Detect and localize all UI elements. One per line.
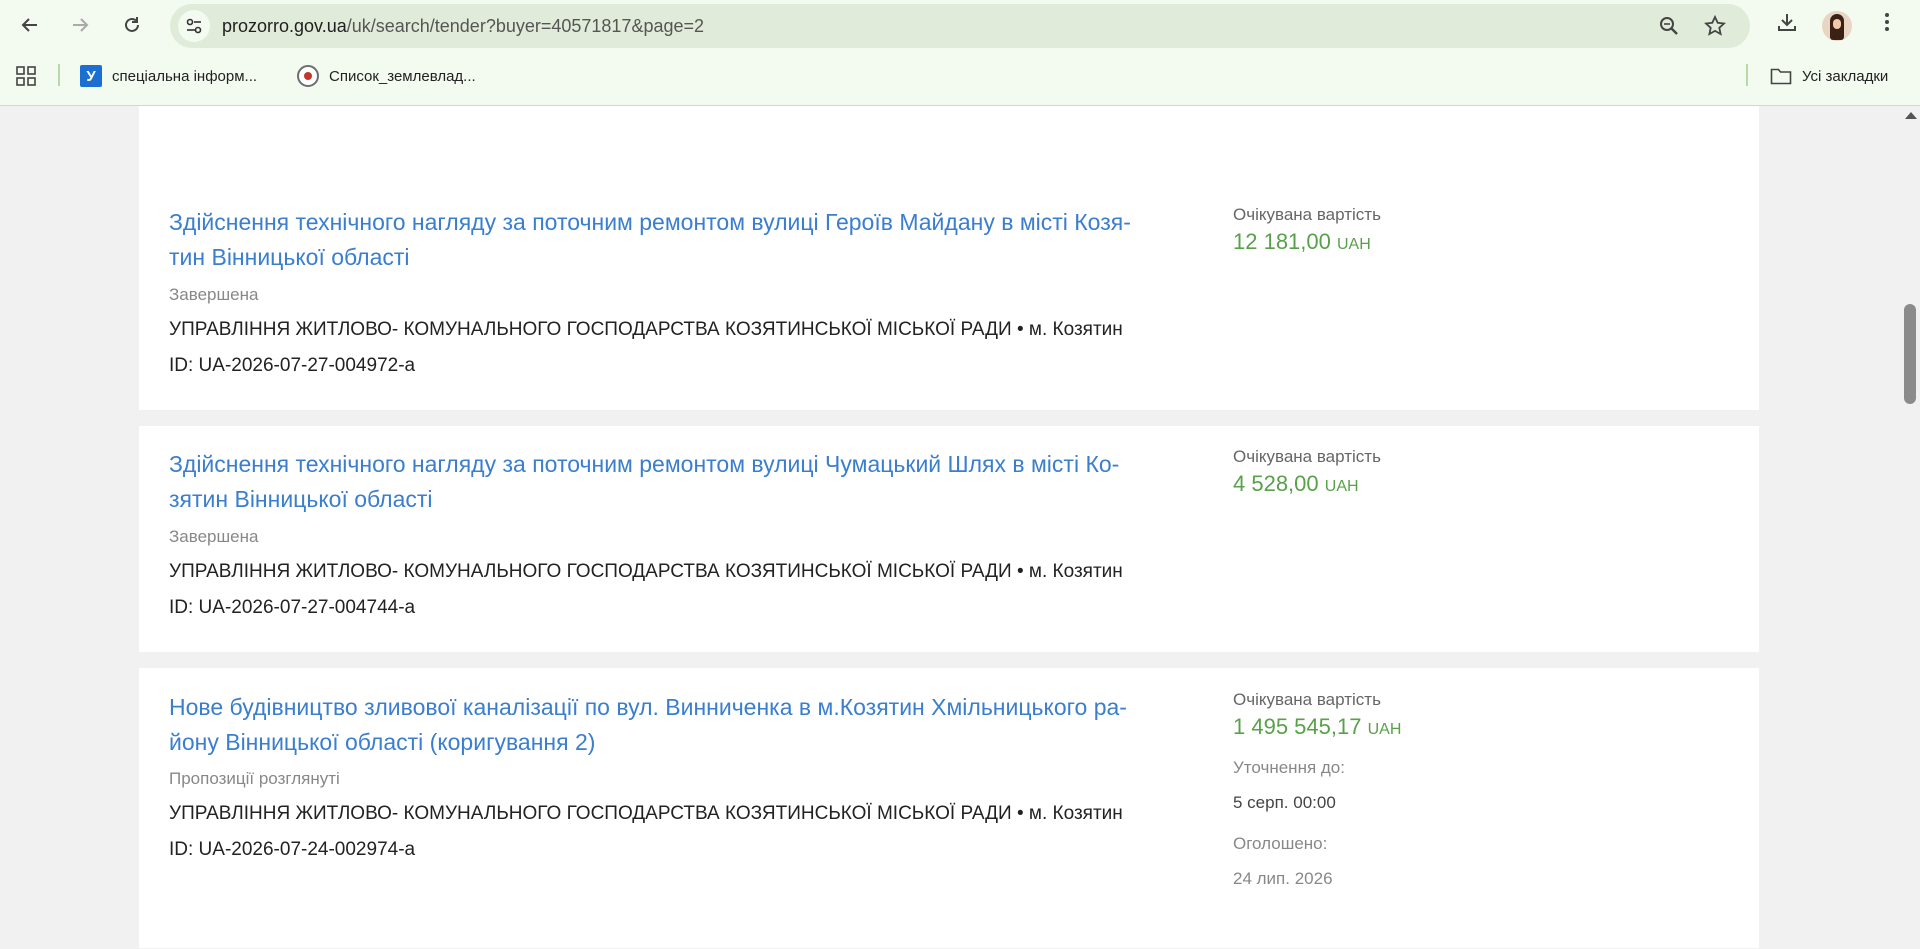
bookmarks-bar: У спеціальна інформ... Список_землевлад.…: [0, 56, 1920, 96]
tender-id: ID: UA-2026-07-24-002974-a: [169, 839, 416, 860]
tender-status: Завершена: [169, 527, 259, 546]
tender-value-block: Очікувана вартість 1 495 545,17 UAH Уточ…: [1233, 690, 1401, 889]
page-scrollbar[interactable]: [1900, 106, 1920, 949]
announced-label: Оголошено:: [1233, 834, 1328, 853]
tender-buyer: УПРАВЛІННЯ ЖИТЛОВО- КОМУНАЛЬНОГО ГОСПОДА…: [169, 561, 1123, 582]
bookmark-label: спеціальна інформ...: [112, 67, 258, 85]
tender-title-link[interactable]: Здійснення технічного нагляду за поточни…: [169, 447, 1189, 517]
back-arrow-icon: [21, 18, 37, 32]
tender-title-line: зятин Вінницької області: [169, 486, 433, 512]
tender-title-line: йону Вінницької області (коригування 2): [169, 729, 596, 755]
tender-title-line: Здійснення технічного нагляду за поточни…: [169, 451, 1120, 477]
site-info-button[interactable]: [178, 10, 210, 42]
value-currency: UAH: [1367, 721, 1402, 738]
all-bookmarks-button[interactable]: Усі закладки: [1770, 62, 1888, 90]
tender-buyer: УПРАВЛІННЯ ЖИТЛОВО- КОМУНАЛЬНОГО ГОСПОДА…: [169, 803, 1123, 824]
scroll-up-arrow-icon[interactable]: [1905, 112, 1917, 119]
url-text[interactable]: prozorro.gov.ua/uk/search/tender?buyer=4…: [222, 16, 704, 37]
value-label: Очікувана вартість: [1233, 690, 1381, 709]
tender-value: 4 528,00 UAH: [1233, 471, 1381, 497]
value-currency: UAH: [1324, 478, 1359, 495]
url-path: /uk/search/tender?buyer=40571817&page=2: [346, 16, 705, 36]
value-currency: UAH: [1337, 236, 1371, 253]
all-bookmarks-label: Усі закладки: [1802, 67, 1889, 85]
value-amount: 1 495 545,17: [1233, 714, 1362, 739]
tender-title-line: тин Вінницької області: [169, 244, 410, 270]
tune-icon: [186, 18, 202, 34]
tender-id: ID: UA-2026-07-27-004972-a: [169, 355, 416, 376]
bookmark-label: Список_землевлад...: [329, 67, 476, 85]
tender-value-block: Очікувана вартість 4 528,00 UAH: [1233, 447, 1381, 497]
clarification-date: 5 серп. 00:00: [1233, 793, 1336, 812]
zoom-icon[interactable]: [1656, 13, 1682, 39]
browser-chrome: prozorro.gov.ua/uk/search/tender?buyer=4…: [0, 0, 1920, 106]
wiki-icon: [297, 65, 319, 87]
download-icon[interactable]: [1774, 9, 1800, 35]
scroll-thumb[interactable]: [1904, 304, 1916, 404]
reload-button[interactable]: [114, 7, 150, 43]
bookmark-star-icon[interactable]: [1702, 13, 1728, 39]
address-bar[interactable]: prozorro.gov.ua/uk/search/tender?buyer=4…: [170, 4, 1750, 48]
bookmark-item-land-owners[interactable]: Список_землевлад...: [297, 62, 476, 90]
tender-title-link[interactable]: Здійснення технічного нагляду за поточни…: [169, 205, 1189, 275]
apps-grid-icon[interactable]: [16, 62, 36, 90]
announced-date: 24 лип. 2026: [1233, 869, 1333, 888]
value-label: Очікувана вартість: [1233, 447, 1381, 466]
tender-card: Здійснення технічного нагляду за поточни…: [139, 184, 1759, 410]
tender-value: 12 181,00 UAH: [1233, 229, 1381, 255]
tender-card: Здійснення технічного нагляду за поточни…: [139, 426, 1759, 652]
tender-status: Завершена: [169, 285, 259, 304]
navigation-bar: prozorro.gov.ua/uk/search/tender?buyer=4…: [0, 0, 1920, 50]
bookmark-item-special-info[interactable]: У спеціальна інформ...: [80, 62, 257, 90]
tender-title-line: Здійснення технічного нагляду за поточни…: [169, 209, 1131, 235]
tender-id: ID: UA-2026-07-27-004744-a: [169, 597, 416, 618]
tender-value-block: Очікувана вартість 12 181,00 UAH: [1233, 205, 1381, 255]
tender-title-line: Нове будівництво зливової каналізації по…: [169, 694, 1127, 720]
clarification-label: Уточнення до:: [1233, 758, 1345, 777]
back-button[interactable]: [12, 7, 48, 43]
tender-buyer: УПРАВЛІННЯ ЖИТЛОВО- КОМУНАЛЬНОГО ГОСПОДА…: [169, 319, 1123, 340]
ukr-y-icon: У: [80, 65, 102, 87]
forward-button[interactable]: [62, 7, 98, 43]
tender-status: Пропозиції розглянуті: [169, 769, 340, 788]
bookmarks-divider: [1746, 64, 1748, 86]
value-amount: 12 181,00: [1233, 229, 1331, 254]
value-amount: 4 528,00: [1233, 471, 1319, 496]
menu-kebab-icon[interactable]: [1874, 9, 1900, 35]
tender-value: 1 495 545,17 UAH: [1233, 714, 1401, 740]
folder-icon: [1770, 68, 1792, 85]
url-domain: prozorro.gov.ua: [222, 16, 347, 36]
profile-avatar[interactable]: [1822, 11, 1852, 41]
value-label: Очікувана вартість: [1233, 205, 1381, 224]
tender-title-link[interactable]: Нове будівництво зливової каналізації по…: [169, 690, 1189, 760]
reload-icon: [125, 17, 139, 32]
forward-arrow-icon: [73, 18, 89, 32]
search-results: ID: UA-2026-07-27-005211-a Здійснення те…: [0, 106, 1900, 949]
tender-card: Нове будівництво зливової каналізації по…: [139, 668, 1759, 948]
bookmarks-divider: [58, 64, 60, 86]
